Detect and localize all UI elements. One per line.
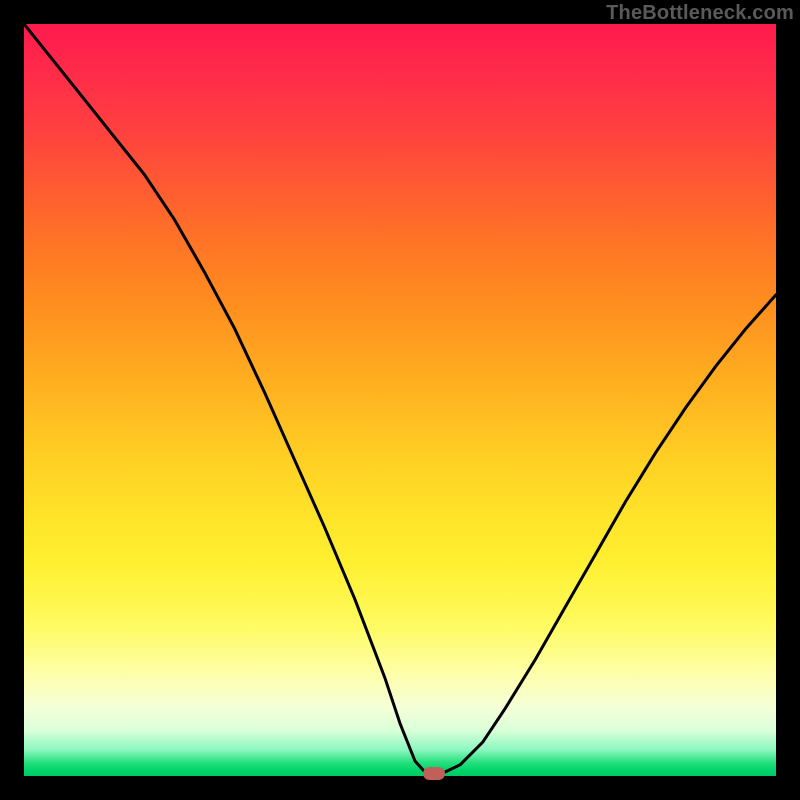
optimal-marker (423, 767, 445, 780)
chart-frame: TheBottleneck.com (0, 0, 800, 800)
watermark: TheBottleneck.com (606, 2, 794, 25)
curve-line (24, 24, 776, 774)
plot-area (24, 24, 776, 776)
bottleneck-curve (24, 24, 776, 776)
